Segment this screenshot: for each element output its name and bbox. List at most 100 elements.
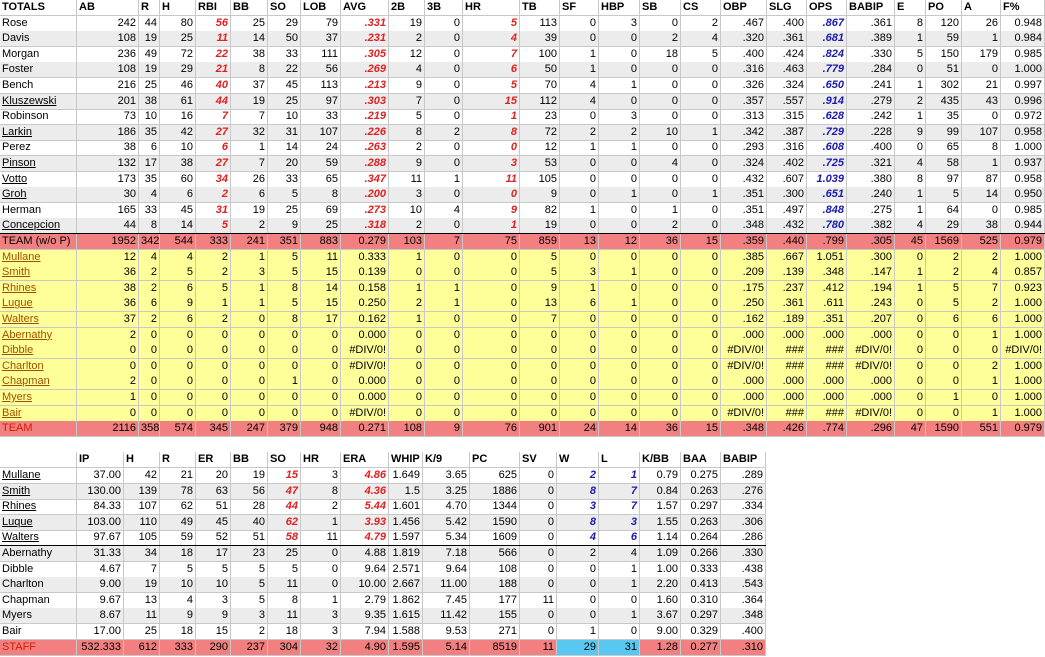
staff-total-cell[interactable]: 0.277 xyxy=(681,639,721,656)
stat-cell[interactable]: .361 xyxy=(847,15,895,32)
stat-cell[interactable]: 0 xyxy=(640,390,681,406)
stat-cell[interactable]: 0.997 xyxy=(1001,78,1045,94)
stat-cell[interactable]: 1 xyxy=(557,624,599,640)
stat-cell[interactable]: 7 xyxy=(520,312,560,328)
stat-cell[interactable]: 10 xyxy=(640,124,681,141)
stat-cell[interactable]: 51 xyxy=(196,499,231,516)
staff-total-cell[interactable]: 1.28 xyxy=(640,639,681,656)
stat-cell[interactable]: 0 xyxy=(389,374,425,391)
pitching-header-cell[interactable]: W xyxy=(557,452,599,469)
stat-cell[interactable]: 2.667 xyxy=(389,577,423,594)
stat-cell[interactable]: 5 xyxy=(463,78,520,94)
team-total-cell[interactable]: 247 xyxy=(231,421,268,438)
stat-cell[interactable]: .293 xyxy=(721,140,767,157)
stat-cell[interactable]: 9 xyxy=(463,202,520,219)
stat-cell[interactable]: .351 xyxy=(721,202,767,219)
stat-cell[interactable]: 0 xyxy=(640,265,681,282)
team-total-cell[interactable]: .774 xyxy=(807,421,847,438)
batting-header-cell[interactable]: OBP xyxy=(721,0,767,16)
stat-cell[interactable]: 3.93 xyxy=(341,514,389,531)
stat-cell[interactable]: 49 xyxy=(160,514,196,531)
stat-cell[interactable]: 9 xyxy=(268,218,301,235)
stat-cell[interactable]: 0 xyxy=(463,405,520,422)
team-total-cell[interactable]: .348 xyxy=(721,421,767,438)
staff-total-cell[interactable]: 333 xyxy=(160,639,196,656)
stat-cell[interactable]: 33 xyxy=(139,202,160,219)
stat-cell[interactable]: 0 xyxy=(160,327,196,344)
team-total-cell[interactable]: 901 xyxy=(520,421,560,438)
stat-cell[interactable]: 7 xyxy=(599,499,640,516)
stat-cell[interactable]: 8 xyxy=(268,592,301,609)
stat-cell[interactable]: 11 xyxy=(268,608,301,625)
pitcher-name-cell[interactable]: Rhines xyxy=(0,499,77,516)
stat-cell[interactable]: .139 xyxy=(767,265,807,282)
pitcher-name-cell[interactable]: Smith xyxy=(0,265,77,282)
stat-cell[interactable]: 25 xyxy=(160,31,196,48)
stat-cell[interactable]: .286 xyxy=(721,530,766,547)
stat-cell[interactable]: .175 xyxy=(721,280,767,297)
stat-cell[interactable]: 25 xyxy=(268,202,301,219)
stat-cell[interactable]: 62 xyxy=(160,499,196,516)
stat-cell[interactable]: 2 xyxy=(77,374,139,391)
stat-cell[interactable]: 2 xyxy=(389,296,425,313)
stat-cell[interactable]: 0 xyxy=(681,312,721,328)
stat-cell[interactable]: 0 xyxy=(520,499,557,516)
stat-cell[interactable]: 0 xyxy=(560,390,599,406)
team-total-cell[interactable]: 7 xyxy=(425,234,463,250)
stat-cell[interactable]: 3.25 xyxy=(423,483,470,500)
stat-cell[interactable]: 0 xyxy=(557,561,599,578)
stat-cell[interactable]: 0 xyxy=(425,46,463,63)
stat-cell[interactable]: 4 xyxy=(557,530,599,547)
stat-cell[interactable]: 0 xyxy=(463,140,520,157)
stat-cell[interactable]: 0 xyxy=(640,374,681,391)
stat-cell[interactable]: 188 xyxy=(470,577,520,594)
stat-cell[interactable]: 0 xyxy=(895,312,926,328)
stat-cell[interactable]: 11 xyxy=(301,249,341,266)
stat-cell[interactable]: 5 xyxy=(231,561,268,578)
stat-cell[interactable]: 0 xyxy=(160,390,196,406)
stat-cell[interactable]: 0 xyxy=(681,405,721,422)
team-total-cell[interactable]: 0.979 xyxy=(1001,421,1045,438)
pitcher-name-cell[interactable]: Lugue xyxy=(0,296,77,313)
team-total-cell[interactable]: .296 xyxy=(847,421,895,438)
stat-cell[interactable]: 4 xyxy=(160,592,196,609)
stat-cell[interactable]: 5.34 xyxy=(423,530,470,547)
team-total-cell[interactable]: 525 xyxy=(962,234,1001,250)
stat-cell[interactable]: 1 xyxy=(681,187,721,204)
pitching-header-cell[interactable]: WHIP xyxy=(389,452,423,469)
stat-cell[interactable]: 0.000 xyxy=(341,327,389,344)
stat-cell[interactable]: 2 xyxy=(196,312,231,328)
stat-cell[interactable]: 29 xyxy=(160,62,196,79)
stat-cell[interactable]: 0 xyxy=(895,343,926,360)
stat-cell[interactable]: 7 xyxy=(231,109,268,126)
stat-cell[interactable]: .284 xyxy=(847,62,895,79)
stat-cell[interactable]: 2 xyxy=(962,249,1001,266)
stat-cell[interactable]: 0 xyxy=(599,374,640,391)
team-total-cell[interactable]: 1569 xyxy=(926,234,962,250)
stat-cell[interactable]: 3 xyxy=(389,187,425,204)
stat-cell[interactable]: .463 xyxy=(767,62,807,79)
stat-cell[interactable]: 0 xyxy=(463,343,520,360)
stat-cell[interactable]: 15 xyxy=(301,265,341,282)
stat-cell[interactable]: 2 xyxy=(389,31,425,48)
stat-cell[interactable]: 0 xyxy=(681,109,721,126)
staff-total-cell[interactable]: .310 xyxy=(721,639,766,656)
stat-cell[interactable]: 0 xyxy=(681,374,721,391)
stat-cell[interactable]: 0.139 xyxy=(341,265,389,282)
player-name-cell[interactable]: Concepcion xyxy=(0,218,77,235)
stat-cell[interactable]: 9.67 xyxy=(77,592,124,609)
stat-cell[interactable]: 0 xyxy=(425,93,463,110)
stat-cell[interactable]: .361 xyxy=(767,296,807,313)
stat-cell[interactable]: 1344 xyxy=(470,499,520,516)
stat-cell[interactable]: 6 xyxy=(139,140,160,157)
pitching-header-cell[interactable]: H xyxy=(124,452,160,469)
pitching-header-cell[interactable]: PC xyxy=(470,452,520,469)
stat-cell[interactable]: .162 xyxy=(721,312,767,328)
stat-cell[interactable]: 3 xyxy=(463,156,520,172)
stat-cell[interactable]: .380 xyxy=(847,171,895,188)
stat-cell[interactable]: .000 xyxy=(847,390,895,406)
stat-cell[interactable]: 1 xyxy=(425,296,463,313)
stat-cell[interactable]: 0 xyxy=(389,327,425,344)
stat-cell[interactable]: 40 xyxy=(196,78,231,94)
stat-cell[interactable]: 1 xyxy=(599,468,640,484)
